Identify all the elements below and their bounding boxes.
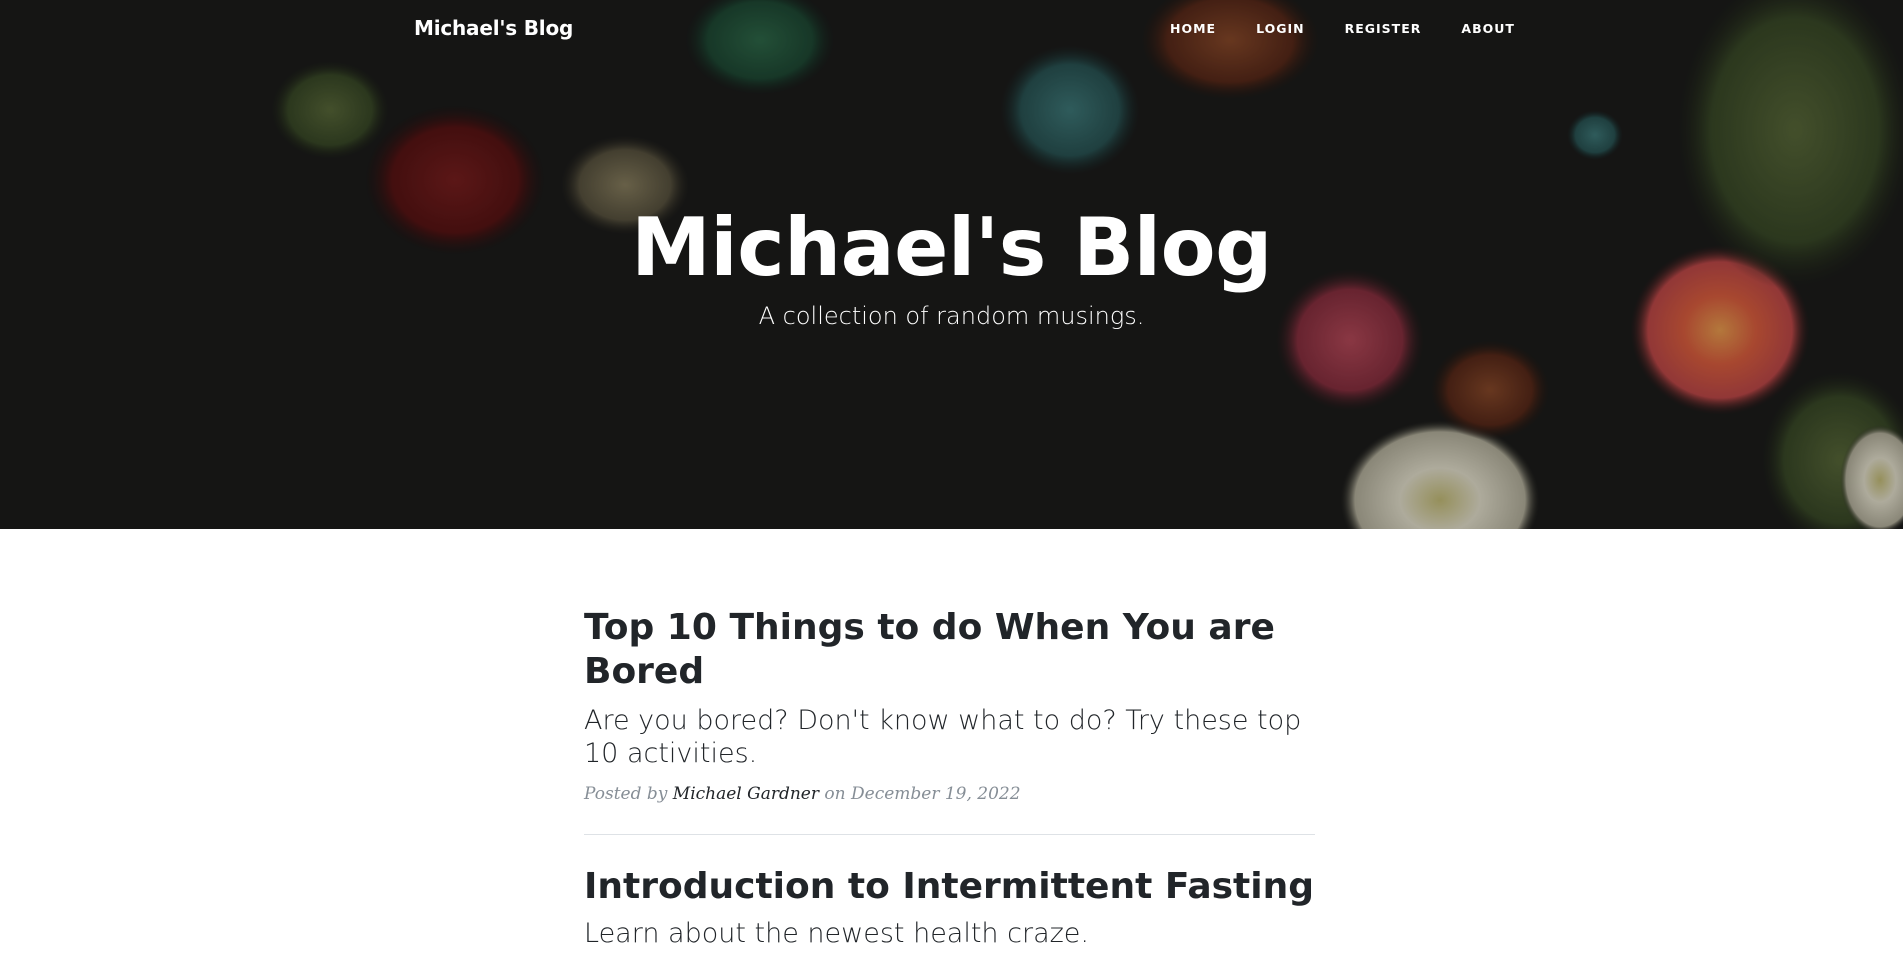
nav-about-link[interactable]: ABOUT [1441,21,1535,36]
post-list: Top 10 Things to do When You are Bored A… [584,606,1315,950]
nav-login-link[interactable]: LOGIN [1236,21,1325,36]
post-divider [584,834,1315,835]
post-subtitle[interactable]: Are you bored? Don't know what to do? Tr… [584,704,1315,770]
post-author-link[interactable]: Michael Gardner [673,784,819,804]
top-navbar: Michael's Blog HOME LOGIN REGISTER ABOUT [0,0,1903,60]
nav-home-link[interactable]: HOME [1150,21,1236,36]
post-meta-on: on [824,784,846,804]
post-link[interactable]: Top 10 Things to do When You are Bored A… [584,606,1315,770]
post-meta: Posted by Michael Gardner on December 19… [584,784,1315,804]
navbar-brand[interactable]: Michael's Blog [414,16,573,40]
site-subtitle: A collection of random musings. [758,302,1145,330]
nav-links: HOME LOGIN REGISTER ABOUT [1150,21,1535,36]
post-preview: Top 10 Things to do When You are Bored A… [584,606,1315,804]
post-date: December 19, 2022 [851,784,1021,804]
site-heading: Michael's Blog A collection of random mu… [0,200,1903,332]
post-title[interactable]: Introduction to Intermittent Fasting [584,865,1315,909]
post-link[interactable]: Introduction to Intermittent Fasting Lea… [584,865,1315,950]
post-meta-prefix: Posted by [584,784,668,804]
post-title[interactable]: Top 10 Things to do When You are Bored [584,606,1315,694]
post-subtitle[interactable]: Learn about the newest health craze. [584,917,1315,950]
site-title: Michael's Blog [631,201,1272,294]
post-preview: Introduction to Intermittent Fasting Lea… [584,865,1315,950]
masthead: Michael's Blog HOME LOGIN REGISTER ABOUT… [0,0,1903,529]
nav-register-link[interactable]: REGISTER [1325,21,1442,36]
